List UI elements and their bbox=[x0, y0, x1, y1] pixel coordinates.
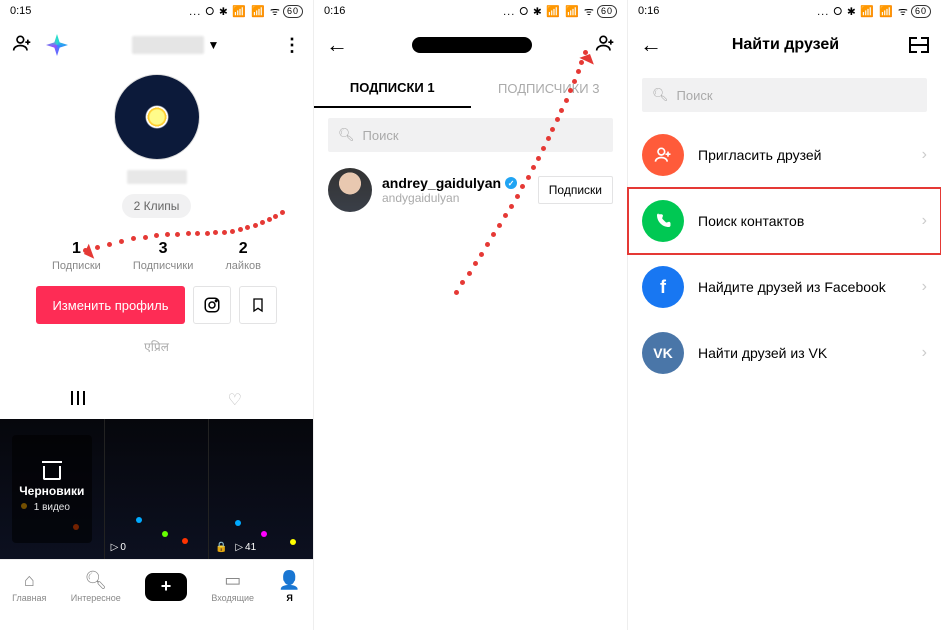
chevron-down-icon: ▼ bbox=[208, 38, 220, 52]
profile-name-censored bbox=[132, 36, 204, 54]
person-icon: 👤 bbox=[278, 570, 300, 591]
play-count: ▷ 41 bbox=[235, 542, 256, 553]
stat-followers[interactable]: 3 Подписчики bbox=[133, 240, 194, 272]
status-icons: ... ⭘ ✱ 📶 📶 ᯤ 60 bbox=[817, 4, 931, 19]
chevron-right-icon: › bbox=[922, 146, 927, 164]
nav-me[interactable]: 👤Я bbox=[278, 570, 300, 603]
edit-profile-button[interactable]: Изменить профиль bbox=[36, 286, 185, 324]
search-input[interactable]: 🔍︎ Поиск bbox=[642, 78, 927, 112]
pane-find-friends: 0:16 ... ⭘ ✱ 📶 📶 ᯤ 60 ← Найти друзей 🔍︎ … bbox=[628, 0, 941, 630]
user-info: andrey_gaidulyan✓ andygaidulyan bbox=[382, 175, 528, 205]
grid-icon bbox=[71, 391, 85, 405]
scan-icon[interactable] bbox=[909, 37, 929, 53]
verified-icon: ✓ bbox=[505, 177, 517, 189]
drafts-overlay: Черновики 1 видео bbox=[12, 435, 92, 543]
video-grid: Черновики 1 видео ▷ 0 🔒 ▷ 41 bbox=[0, 419, 313, 559]
tab-followers[interactable]: ПОДПИСЧИКИ 3 bbox=[471, 68, 628, 108]
inbox-icon: ▭ bbox=[224, 570, 241, 591]
thumb-video-1[interactable]: ▷ 0 bbox=[105, 419, 210, 559]
vk-icon: VK bbox=[642, 332, 684, 374]
find-friends-topbar: ← Найти друзей bbox=[628, 22, 941, 68]
user-row[interactable]: andrey_gaidulyan✓ andygaidulyan Подписки bbox=[314, 162, 627, 218]
search-input[interactable]: 🔍︎ Поиск bbox=[328, 118, 613, 152]
username-censored bbox=[412, 37, 532, 53]
option-invite[interactable]: Пригласить друзей › bbox=[628, 122, 941, 188]
search-icon: 🔍︎ bbox=[84, 570, 107, 591]
stat-following[interactable]: 1 Подписки bbox=[52, 240, 101, 272]
search-icon: 🔍︎ bbox=[338, 127, 355, 143]
option-facebook[interactable]: f Найдите друзей из Facebook › bbox=[628, 254, 941, 320]
bookmark-button[interactable] bbox=[239, 286, 277, 324]
heart-lock-icon: ♡ bbox=[228, 392, 242, 409]
pane-profile: 0:15 ... ⭘ ✱ 📶 📶 ᯤ 60 ▼ ⋮ 2 Клипы 1 Подп… bbox=[0, 0, 314, 630]
bottom-nav: ⌂Главная 🔍︎Интересное + ▭Входящие 👤Я bbox=[0, 559, 313, 613]
facebook-icon: f bbox=[642, 266, 684, 308]
effects-icon[interactable] bbox=[46, 34, 68, 56]
tab-following[interactable]: ПОДПИСКИ 1 bbox=[314, 68, 471, 108]
profile-topbar: ▼ ⋮ bbox=[0, 22, 313, 68]
profile-name-dropdown[interactable]: ▼ bbox=[132, 36, 220, 54]
option-contacts[interactable]: Поиск контактов › bbox=[628, 188, 941, 254]
thumb-video-2[interactable]: 🔒 ▷ 41 bbox=[209, 419, 313, 559]
home-icon: ⌂ bbox=[24, 570, 35, 591]
nav-create[interactable]: + bbox=[145, 573, 187, 601]
status-time: 0:15 bbox=[10, 5, 31, 17]
bio-text: एप्रिल bbox=[0, 338, 313, 355]
feed-tabs: ♡ bbox=[0, 381, 313, 419]
search-placeholder: Поиск bbox=[363, 128, 399, 143]
tab-grid[interactable] bbox=[0, 391, 157, 410]
back-icon[interactable]: ← bbox=[326, 32, 348, 58]
nav-home[interactable]: ⌂Главная bbox=[12, 570, 46, 603]
plus-icon: + bbox=[145, 573, 187, 601]
option-vk[interactable]: VK Найти друзей из VK › bbox=[628, 320, 941, 386]
chevron-right-icon: › bbox=[922, 212, 927, 230]
profile-handle-censored bbox=[127, 170, 187, 184]
page-title: Найти друзей bbox=[662, 36, 909, 54]
following-topbar: ← bbox=[314, 22, 627, 68]
profile-avatar[interactable] bbox=[114, 74, 200, 160]
nav-discover[interactable]: 🔍︎Интересное bbox=[71, 570, 121, 603]
profile-stats: 1 Подписки 3 Подписчики 2 лайков bbox=[36, 240, 277, 272]
back-icon[interactable]: ← bbox=[640, 32, 662, 58]
instagram-button[interactable] bbox=[193, 286, 231, 324]
following-button[interactable]: Подписки bbox=[538, 176, 613, 204]
phone-icon bbox=[642, 200, 684, 242]
search-icon: 🔍︎ bbox=[652, 87, 669, 103]
invite-icon bbox=[642, 134, 684, 176]
add-friends-icon[interactable] bbox=[595, 33, 615, 58]
chevron-right-icon: › bbox=[922, 278, 927, 296]
menu-icon[interactable]: ⋮ bbox=[283, 35, 301, 56]
search-placeholder: Поиск bbox=[677, 88, 713, 103]
add-person-icon[interactable] bbox=[12, 33, 32, 58]
status-time: 0:16 bbox=[324, 5, 345, 17]
status-bar: 0:16 ... ⭘ ✱ 📶 📶 ᯤ 60 bbox=[628, 0, 941, 22]
status-icons: ... ⭘ ✱ 📶 📶 ᯤ 60 bbox=[189, 4, 303, 19]
thumb-drafts[interactable]: Черновики 1 видео bbox=[0, 419, 105, 559]
status-bar: 0:16 ... ⭘ ✱ 📶 📶 ᯤ 60 bbox=[314, 0, 627, 22]
chevron-right-icon: › bbox=[922, 344, 927, 362]
pane-following: 0:16 ... ⭘ ✱ 📶 📶 ᯤ 60 ← ПОДПИСКИ 1 ПОДПИ… bbox=[314, 0, 628, 630]
lock-icon: 🔒 bbox=[215, 542, 227, 553]
status-bar: 0:15 ... ⭘ ✱ 📶 📶 ᯤ 60 bbox=[0, 0, 313, 22]
follow-tabs: ПОДПИСКИ 1 ПОДПИСЧИКИ 3 bbox=[314, 68, 627, 108]
tab-liked[interactable]: ♡ bbox=[157, 390, 314, 410]
play-count: ▷ 0 bbox=[111, 542, 126, 553]
drafts-icon bbox=[43, 466, 61, 480]
stat-likes[interactable]: 2 лайков bbox=[225, 240, 261, 272]
nav-inbox[interactable]: ▭Входящие bbox=[211, 570, 254, 603]
clips-chip[interactable]: 2 Клипы bbox=[122, 194, 192, 218]
status-time: 0:16 bbox=[638, 5, 659, 17]
user-avatar bbox=[328, 168, 372, 212]
status-icons: ... ⭘ ✱ 📶 📶 ᯤ 60 bbox=[503, 4, 617, 19]
